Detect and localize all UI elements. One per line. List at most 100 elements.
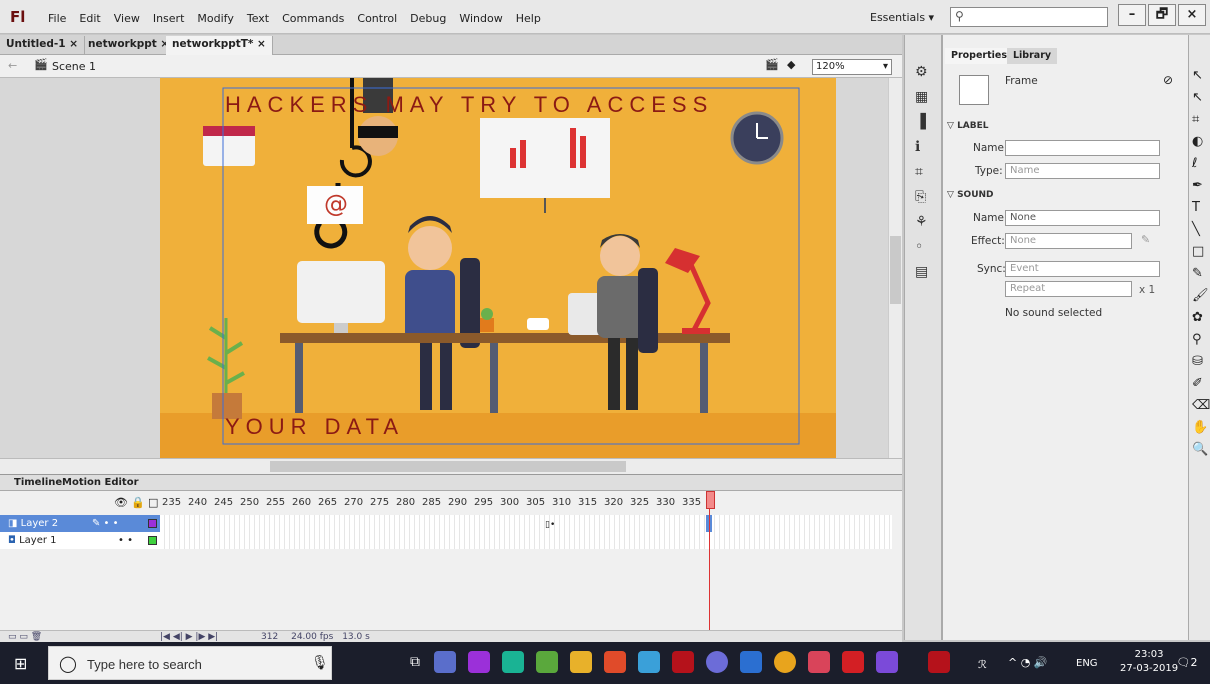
taskbar-app-icon[interactable]: [808, 651, 830, 673]
eye-icon[interactable]: 👁: [114, 496, 128, 509]
scene-label[interactable]: Scene 1: [52, 60, 96, 73]
playback-controls[interactable]: |◀ ◀| ▶ |▶ ▶|: [160, 632, 221, 642]
current-frame: 312: [261, 632, 279, 642]
tab-untitled-1[interactable]: Untitled-1 ×: [0, 36, 85, 55]
sound-name-select[interactable]: None: [1005, 210, 1160, 226]
taskbar-app-icon[interactable]: [468, 651, 490, 673]
close-button[interactable]: ×: [1178, 4, 1206, 26]
lock-icon[interactable]: 🔒: [131, 496, 145, 509]
edit-pencil-icon[interactable]: ✎: [1141, 233, 1150, 246]
taskbar-app-icon[interactable]: [740, 651, 762, 673]
tab-motion-editor[interactable]: Motion Editor: [62, 477, 139, 488]
menu-file[interactable]: File: [48, 12, 66, 25]
frame-grid[interactable]: ▯•: [160, 515, 892, 549]
vertical-scroll-thumb[interactable]: [890, 236, 901, 304]
acrobat-icon[interactable]: [842, 651, 864, 673]
panel-icons[interactable]: ⚙ ▦ ▐ ℹ ⌗ ⎘ ⚘ ◦ ▤: [915, 60, 928, 285]
frame-ruler[interactable]: 👁 🔒 □ 235 240 245 250 255 260 265 270 27…: [0, 491, 902, 515]
taskbar-app-icon[interactable]: [638, 651, 660, 673]
line-tool-icon: ╲: [1192, 222, 1200, 237]
sound-name-value: None: [1010, 212, 1037, 223]
help-icon[interactable]: ⊘: [1163, 73, 1173, 87]
stage-area[interactable]: @ HACKERS MAY TRY TO ACCESS YOUR DATA: [0, 78, 890, 458]
people-icon[interactable]: ℛ: [978, 658, 987, 671]
lasso-tool-icon: ℓ: [1192, 156, 1198, 171]
layer-color-swatch[interactable]: [148, 519, 157, 528]
taskbar-clock[interactable]: 23:03 27-03-2019: [1120, 648, 1178, 676]
stage-vertical-scrollbar[interactable]: [888, 78, 902, 458]
sync-select[interactable]: Event: [1005, 261, 1160, 277]
windows-start-icon[interactable]: ⊞: [14, 654, 27, 673]
label-section-header[interactable]: ▽ LABEL: [947, 121, 989, 131]
notification-center-icon[interactable]: 🗨2: [1176, 652, 1198, 674]
menu-edit[interactable]: Edit: [79, 12, 100, 25]
label-type-select[interactable]: Name: [1005, 163, 1160, 179]
taskbar-app-icon[interactable]: [604, 651, 626, 673]
sound-section-header[interactable]: ▽ SOUND: [947, 190, 994, 200]
floor-plant: [207, 318, 245, 419]
taskbar-app-icon[interactable]: [706, 651, 728, 673]
sync-value: Event: [1010, 263, 1039, 274]
edit-scene-icon[interactable]: 🎬: [765, 58, 779, 71]
effect-select[interactable]: None: [1005, 233, 1132, 249]
help-search-input[interactable]: ⚲: [950, 7, 1108, 27]
file-explorer-icon[interactable]: [570, 651, 592, 673]
repeat-count[interactable]: x 1: [1139, 284, 1155, 296]
microphone-icon[interactable]: 🎙: [311, 655, 329, 671]
zoom-select[interactable]: 120% ▾: [812, 59, 892, 75]
menu-commands[interactable]: Commands: [282, 12, 344, 25]
layer-row-layer-2[interactable]: ◨ Layer 2 ✎ • •: [0, 515, 160, 532]
tab-networkppt[interactable]: networkppt ×: [82, 36, 177, 55]
media-player-icon[interactable]: [876, 651, 898, 673]
language-indicator[interactable]: ENG: [1076, 658, 1098, 669]
menu-control[interactable]: Control: [357, 12, 397, 25]
repeat-select[interactable]: Repeat: [1005, 281, 1132, 297]
menu-help[interactable]: Help: [516, 12, 541, 25]
workspace-switcher[interactable]: Essentials ▾: [870, 11, 934, 24]
minimize-button[interactable]: –: [1118, 4, 1146, 26]
flash-app-icon[interactable]: [672, 651, 694, 673]
stage-text-bottom[interactable]: YOUR DATA: [225, 414, 404, 440]
layer-name[interactable]: Layer 2: [21, 518, 58, 529]
frame-name-input[interactable]: [1005, 140, 1160, 156]
flash-active-icon[interactable]: [928, 651, 950, 673]
tab-library[interactable]: Library: [1007, 48, 1058, 64]
keyframe-marker[interactable]: ▯•: [545, 520, 555, 530]
tab-timeline[interactable]: Timeline: [14, 477, 62, 488]
tools-panel: ↖ ↖ ⌗ ◐ ℓ ✒ T ╲ □ ✎ 🖌 ✿ ⚲ ⛁ ✐ ⌫ ✋ 🔍: [1188, 35, 1210, 640]
layer-name[interactable]: Layer 1: [19, 535, 56, 546]
taskbar-search-box[interactable]: ◯ Type here to search 🎙: [48, 646, 332, 680]
taskbar-app-icon[interactable]: [502, 651, 524, 673]
layer-color-swatch[interactable]: [148, 536, 157, 545]
selection-tool-icon: ↖: [1192, 68, 1203, 83]
stage-horizontal-scrollbar[interactable]: [0, 458, 902, 474]
horizontal-scroll-thumb[interactable]: [270, 461, 626, 472]
layer-row-layer-1[interactable]: ◘ Layer 1 • •: [0, 532, 160, 549]
chrome-icon[interactable]: [774, 651, 796, 673]
menu-insert[interactable]: Insert: [153, 12, 185, 25]
back-arrow-icon[interactable]: ←: [8, 59, 17, 72]
motion-presets-icon: ⚘: [915, 214, 928, 230]
system-tray-icons[interactable]: ^ ◔ 🔊: [1008, 656, 1048, 669]
taskbar-app-icon[interactable]: [434, 651, 456, 673]
task-view-icon[interactable]: ⧉: [410, 654, 420, 670]
menu-debug[interactable]: Debug: [410, 12, 446, 25]
ruler-tick: 335: [682, 497, 702, 508]
tab-properties[interactable]: Properties: [945, 48, 1013, 64]
outline-icon[interactable]: □: [148, 496, 158, 509]
menu-text[interactable]: Text: [247, 12, 269, 25]
menu-window[interactable]: Window: [459, 12, 502, 25]
edit-symbols-icon[interactable]: ◆: [787, 58, 795, 71]
menu-view[interactable]: View: [114, 12, 140, 25]
ruler-tick: 315: [578, 497, 598, 508]
restore-button[interactable]: 🗗: [1148, 4, 1176, 26]
stage[interactable]: @ HACKERS MAY TRY TO ACCESS YOUR DATA: [160, 78, 836, 458]
taskbar-app-icon[interactable]: [536, 651, 558, 673]
tab-networkpptT[interactable]: networkpptT* ×: [166, 36, 273, 55]
frame-rate[interactable]: 24.00 fps: [291, 632, 333, 642]
tool-icons[interactable]: ↖ ↖ ⌗ ◐ ℓ ✒ T ╲ □ ✎ 🖌 ✿ ⚲ ⛁ ✐ ⌫ ✋ 🔍: [1192, 65, 1210, 461]
menu-modify[interactable]: Modify: [197, 12, 233, 25]
playhead[interactable]: [706, 491, 715, 509]
deco-tool-icon: ✿: [1192, 310, 1203, 325]
stage-text-top[interactable]: HACKERS MAY TRY TO ACCESS: [225, 92, 713, 118]
